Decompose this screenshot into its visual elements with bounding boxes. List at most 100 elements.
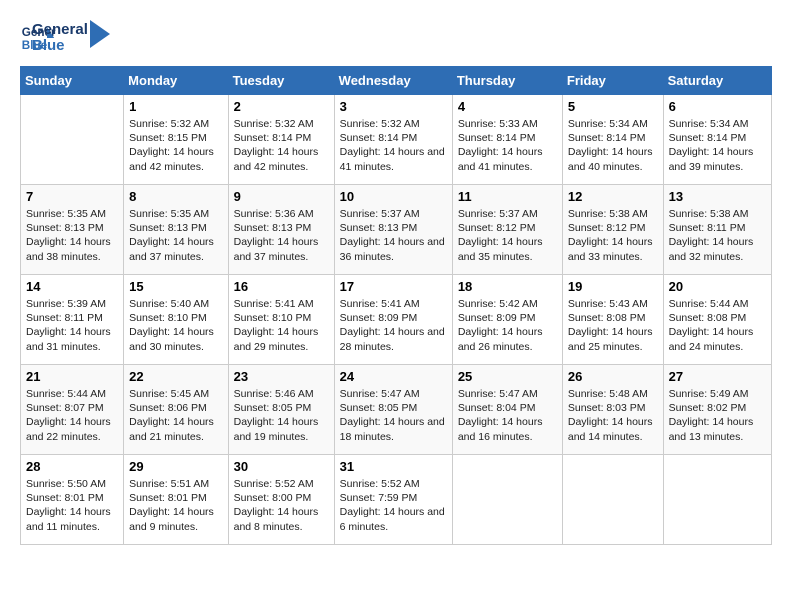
calendar-cell: 22 Sunrise: 5:45 AMSunset: 8:06 PMDayligh… [124, 365, 228, 455]
day-sun-info: Sunrise: 5:47 AMSunset: 8:05 PMDaylight:… [340, 387, 447, 444]
calendar-cell: 6 Sunrise: 5:34 AMSunset: 8:14 PMDaylight… [663, 95, 771, 185]
day-number: 9 [234, 189, 329, 204]
day-sun-info: Sunrise: 5:41 AMSunset: 8:10 PMDaylight:… [234, 297, 329, 354]
day-sun-info: Sunrise: 5:32 AMSunset: 8:14 PMDaylight:… [234, 117, 329, 174]
weekday-header-wednesday: Wednesday [334, 67, 452, 95]
day-sun-info: Sunrise: 5:34 AMSunset: 8:14 PMDaylight:… [568, 117, 658, 174]
day-sun-info: Sunrise: 5:44 AMSunset: 8:07 PMDaylight:… [26, 387, 118, 444]
day-number: 30 [234, 459, 329, 474]
weekday-header-saturday: Saturday [663, 67, 771, 95]
calendar-cell: 19 Sunrise: 5:43 AMSunset: 8:08 PMDayligh… [562, 275, 663, 365]
day-sun-info: Sunrise: 5:45 AMSunset: 8:06 PMDaylight:… [129, 387, 222, 444]
page-header: General Blue General Blue [20, 20, 772, 56]
calendar-table: SundayMondayTuesdayWednesdayThursdayFrid… [20, 66, 772, 545]
day-sun-info: Sunrise: 5:44 AMSunset: 8:08 PMDaylight:… [669, 297, 766, 354]
day-number: 12 [568, 189, 658, 204]
calendar-cell: 10 Sunrise: 5:37 AMSunset: 8:13 PMDayligh… [334, 185, 452, 275]
day-number: 8 [129, 189, 222, 204]
logo-line1: General [32, 22, 88, 39]
weekday-header-tuesday: Tuesday [228, 67, 334, 95]
calendar-cell: 27 Sunrise: 5:49 AMSunset: 8:02 PMDayligh… [663, 365, 771, 455]
day-sun-info: Sunrise: 5:37 AMSunset: 8:12 PMDaylight:… [458, 207, 557, 264]
day-number: 11 [458, 189, 557, 204]
day-number: 4 [458, 99, 557, 114]
day-number: 3 [340, 99, 447, 114]
calendar-cell [452, 455, 562, 545]
calendar-cell: 12Sunrise: 5:38 AMSunset: 8:12 PMDayligh… [562, 185, 663, 275]
calendar-week-row: 21 Sunrise: 5:44 AMSunset: 8:07 PMDayligh… [21, 365, 772, 455]
day-number: 2 [234, 99, 329, 114]
day-sun-info: Sunrise: 5:43 AMSunset: 8:08 PMDaylight:… [568, 297, 658, 354]
calendar-cell: 25Sunrise: 5:47 AMSunset: 8:04 PMDayligh… [452, 365, 562, 455]
calendar-cell: 24 Sunrise: 5:47 AMSunset: 8:05 PMDayligh… [334, 365, 452, 455]
day-sun-info: Sunrise: 5:34 AMSunset: 8:14 PMDaylight:… [669, 117, 766, 174]
calendar-cell: 8Sunrise: 5:35 AMSunset: 8:13 PMDaylight… [124, 185, 228, 275]
day-sun-info: Sunrise: 5:52 AMSunset: 8:00 PMDaylight:… [234, 477, 329, 534]
day-number: 21 [26, 369, 118, 384]
calendar-cell [562, 455, 663, 545]
day-number: 16 [234, 279, 329, 294]
day-number: 31 [340, 459, 447, 474]
day-number: 14 [26, 279, 118, 294]
day-sun-info: Sunrise: 5:40 AMSunset: 8:10 PMDaylight:… [129, 297, 222, 354]
calendar-week-row: 1 Sunrise: 5:32 AMSunset: 8:15 PMDaylight… [21, 95, 772, 185]
calendar-cell: 1 Sunrise: 5:32 AMSunset: 8:15 PMDaylight… [124, 95, 228, 185]
calendar-cell: 13 Sunrise: 5:38 AMSunset: 8:11 PMDayligh… [663, 185, 771, 275]
day-number: 26 [568, 369, 658, 384]
weekday-header-thursday: Thursday [452, 67, 562, 95]
day-sun-info: Sunrise: 5:52 AMSunset: 7:59 PMDaylight:… [340, 477, 447, 534]
day-sun-info: Sunrise: 5:38 AMSunset: 8:11 PMDaylight:… [669, 207, 766, 264]
calendar-cell [21, 95, 124, 185]
day-sun-info: Sunrise: 5:46 AMSunset: 8:05 PMDaylight:… [234, 387, 329, 444]
day-sun-info: Sunrise: 5:33 AMSunset: 8:14 PMDaylight:… [458, 117, 557, 174]
calendar-week-row: 28 Sunrise: 5:50 AMSunset: 8:01 PMDayligh… [21, 455, 772, 545]
day-sun-info: Sunrise: 5:32 AMSunset: 8:15 PMDaylight:… [129, 117, 222, 174]
calendar-cell: 31 Sunrise: 5:52 AMSunset: 7:59 PMDayligh… [334, 455, 452, 545]
day-number: 19 [568, 279, 658, 294]
calendar-cell: 21 Sunrise: 5:44 AMSunset: 8:07 PMDayligh… [21, 365, 124, 455]
calendar-cell: 16 Sunrise: 5:41 AMSunset: 8:10 PMDayligh… [228, 275, 334, 365]
calendar-cell: 20Sunrise: 5:44 AMSunset: 8:08 PMDayligh… [663, 275, 771, 365]
logo: General Blue General Blue [20, 20, 110, 56]
day-number: 24 [340, 369, 447, 384]
calendar-cell [663, 455, 771, 545]
day-sun-info: Sunrise: 5:47 AMSunset: 8:04 PMDaylight:… [458, 387, 557, 444]
day-number: 1 [129, 99, 222, 114]
day-sun-info: Sunrise: 5:35 AMSunset: 8:13 PMDaylight:… [26, 207, 118, 264]
day-sun-info: Sunrise: 5:42 AMSunset: 8:09 PMDaylight:… [458, 297, 557, 354]
day-number: 10 [340, 189, 447, 204]
calendar-cell: 5 Sunrise: 5:34 AMSunset: 8:14 PMDaylight… [562, 95, 663, 185]
calendar-week-row: 7Sunrise: 5:35 AMSunset: 8:13 PMDaylight… [21, 185, 772, 275]
calendar-cell: 29 Sunrise: 5:51 AMSunset: 8:01 PMDayligh… [124, 455, 228, 545]
day-sun-info: Sunrise: 5:37 AMSunset: 8:13 PMDaylight:… [340, 207, 447, 264]
day-sun-info: Sunrise: 5:50 AMSunset: 8:01 PMDaylight:… [26, 477, 118, 534]
calendar-cell: 4 Sunrise: 5:33 AMSunset: 8:14 PMDaylight… [452, 95, 562, 185]
weekday-header-monday: Monday [124, 67, 228, 95]
day-number: 5 [568, 99, 658, 114]
calendar-week-row: 14 Sunrise: 5:39 AMSunset: 8:11 PMDayligh… [21, 275, 772, 365]
weekday-header-friday: Friday [562, 67, 663, 95]
day-number: 15 [129, 279, 222, 294]
calendar-cell: 14 Sunrise: 5:39 AMSunset: 8:11 PMDayligh… [21, 275, 124, 365]
day-number: 17 [340, 279, 447, 294]
calendar-cell: 7Sunrise: 5:35 AMSunset: 8:13 PMDaylight… [21, 185, 124, 275]
calendar-cell: 30 Sunrise: 5:52 AMSunset: 8:00 PMDayligh… [228, 455, 334, 545]
day-sun-info: Sunrise: 5:48 AMSunset: 8:03 PMDaylight:… [568, 387, 658, 444]
logo-chevron-icon [90, 20, 110, 48]
day-sun-info: Sunrise: 5:51 AMSunset: 8:01 PMDaylight:… [129, 477, 222, 534]
day-number: 28 [26, 459, 118, 474]
day-number: 22 [129, 369, 222, 384]
day-number: 27 [669, 369, 766, 384]
day-number: 13 [669, 189, 766, 204]
day-number: 29 [129, 459, 222, 474]
weekday-header-sunday: Sunday [21, 67, 124, 95]
calendar-cell: 2 Sunrise: 5:32 AMSunset: 8:14 PMDaylight… [228, 95, 334, 185]
day-sun-info: Sunrise: 5:49 AMSunset: 8:02 PMDaylight:… [669, 387, 766, 444]
day-number: 18 [458, 279, 557, 294]
day-number: 6 [669, 99, 766, 114]
day-number: 23 [234, 369, 329, 384]
calendar-cell: 15 Sunrise: 5:40 AMSunset: 8:10 PMDayligh… [124, 275, 228, 365]
calendar-cell: 23 Sunrise: 5:46 AMSunset: 8:05 PMDayligh… [228, 365, 334, 455]
day-sun-info: Sunrise: 5:39 AMSunset: 8:11 PMDaylight:… [26, 297, 118, 354]
day-sun-info: Sunrise: 5:41 AMSunset: 8:09 PMDaylight:… [340, 297, 447, 354]
